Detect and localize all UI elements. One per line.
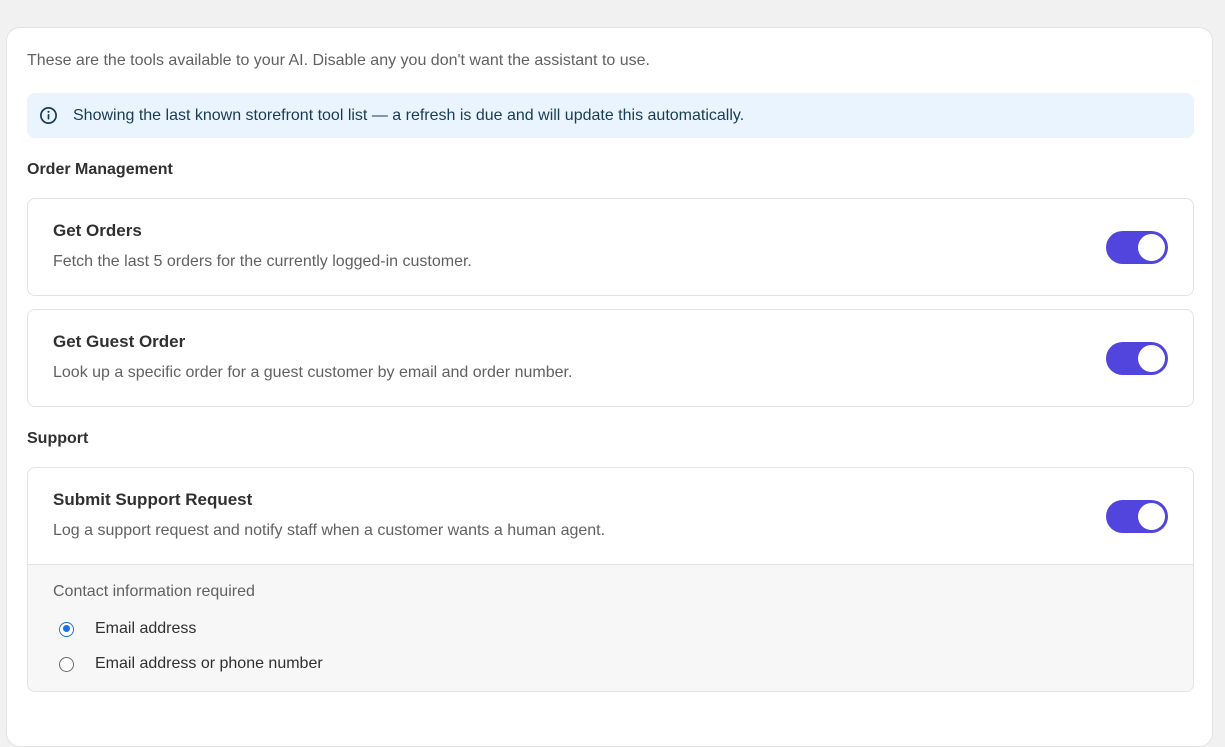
toggle-knob (1138, 503, 1165, 530)
tool-title: Submit Support Request (53, 490, 253, 509)
intro-text: These are the tools available to your AI… (27, 52, 650, 69)
info-icon (39, 106, 58, 125)
banner-text: Showing the last known storefront tool l… (73, 106, 745, 124)
radio-button-email[interactable] (59, 621, 74, 637)
tool-description: Look up a specific order for a guest cus… (53, 364, 573, 381)
tool-title: Get Guest Order (53, 332, 186, 351)
tool-card-submit-support-request: Submit Support Request Log a support req… (27, 467, 1194, 692)
get-orders-toggle[interactable] (1106, 231, 1168, 264)
contact-info-label: Contact information required (53, 583, 255, 600)
tool-card-get-guest-order: Get Guest Order Look up a specific order… (27, 309, 1194, 407)
contact-info-options: Contact information required Email addre… (28, 564, 1193, 691)
toggle-knob (1138, 234, 1165, 261)
tool-card-get-orders: Get Orders Fetch the last 5 orders for t… (27, 198, 1194, 296)
tool-description: Log a support request and notify staff w… (53, 522, 606, 539)
get-guest-order-toggle[interactable] (1106, 342, 1168, 375)
radio-button-email-or-phone[interactable] (59, 656, 74, 672)
tools-panel: These are the tools available to your AI… (6, 27, 1213, 747)
tool-description: Fetch the last 5 orders for the currentl… (53, 253, 472, 270)
radio-label: Email address (95, 620, 197, 637)
radio-option-email-or-phone[interactable]: Email address or phone number (59, 655, 323, 673)
submit-support-request-toggle[interactable] (1106, 500, 1168, 533)
radio-label: Email address or phone number (95, 655, 323, 672)
toggle-knob (1138, 345, 1165, 372)
info-banner: Showing the last known storefront tool l… (27, 93, 1194, 138)
tool-title: Get Orders (53, 221, 142, 240)
radio-option-email[interactable]: Email address (59, 620, 196, 638)
section-title-order-management: Order Management (27, 161, 173, 178)
section-title-support: Support (27, 430, 89, 447)
